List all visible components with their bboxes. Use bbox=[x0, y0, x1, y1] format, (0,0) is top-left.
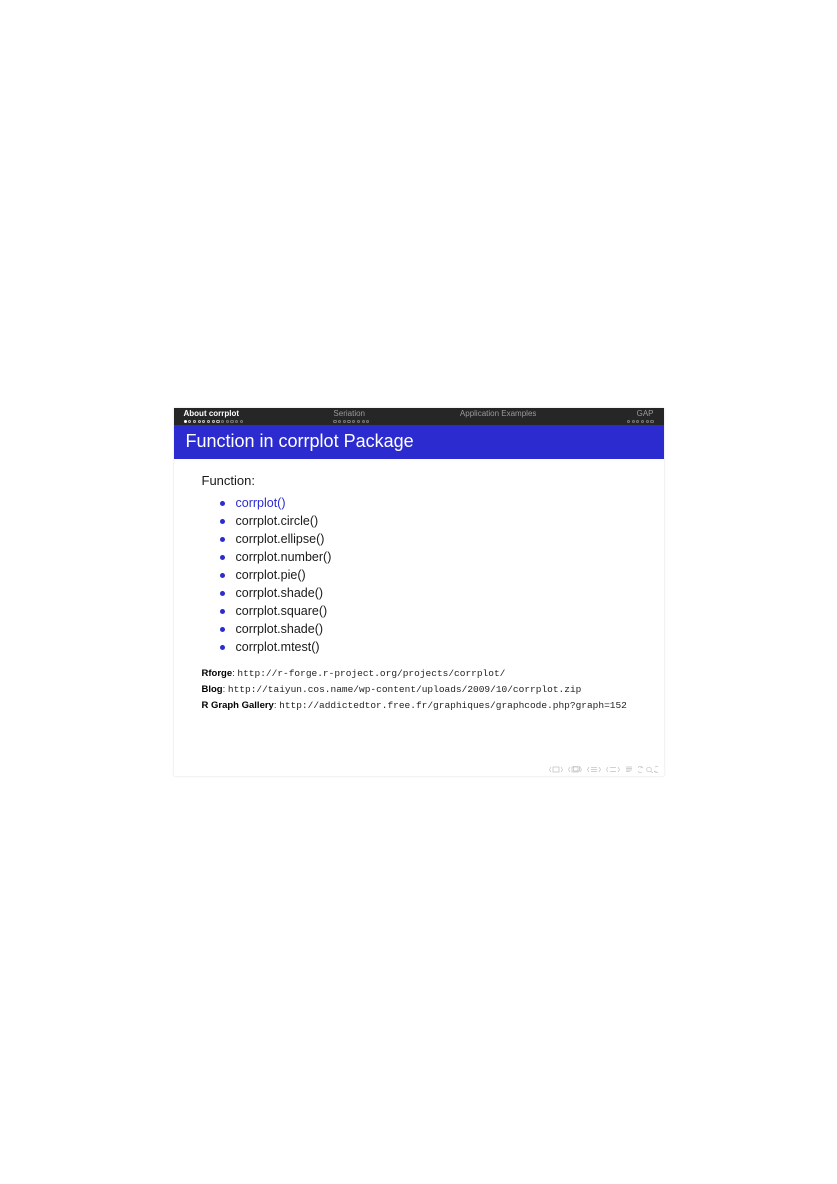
nav-label: GAP bbox=[637, 410, 654, 419]
nav-label: About corrplot bbox=[184, 410, 240, 419]
ref-line: Rforge: http://r-forge.r-project.org/pro… bbox=[202, 666, 636, 681]
beamer-nav-symbols bbox=[549, 766, 658, 773]
section-navbar: About corrplot Seriation Application Exa… bbox=[174, 408, 664, 425]
nav-section-gap[interactable]: GAP bbox=[627, 410, 654, 423]
nav-progress-dots bbox=[333, 420, 369, 423]
ref-line: Blog: http://taiyun.cos.name/wp-content/… bbox=[202, 682, 636, 697]
ref-label: R Graph Gallery bbox=[202, 700, 274, 711]
nav-section-examples[interactable]: Application Examples bbox=[460, 410, 536, 423]
ref-line: R Graph Gallery: http://addictedtor.free… bbox=[202, 698, 636, 713]
nav-progress-dots bbox=[184, 420, 243, 423]
list-item: corrplot() bbox=[224, 494, 636, 512]
nav-slide-icon[interactable] bbox=[549, 766, 563, 773]
page-canvas: About corrplot Seriation Application Exa… bbox=[0, 0, 837, 1184]
list-item: corrplot.shade() bbox=[224, 620, 636, 638]
ref-url[interactable]: http://r-forge.r-project.org/projects/co… bbox=[237, 668, 505, 679]
ref-url[interactable]: http://addictedtor.free.fr/graphiques/gr… bbox=[279, 700, 627, 711]
list-item: corrplot.number() bbox=[224, 548, 636, 566]
list-item: corrplot.square() bbox=[224, 602, 636, 620]
function-list: corrplot() corrplot.circle() corrplot.el… bbox=[202, 494, 636, 656]
nav-frame-icon[interactable] bbox=[568, 766, 582, 773]
list-item: corrplot.shade() bbox=[224, 584, 636, 602]
beamer-slide: About corrplot Seriation Application Exa… bbox=[174, 408, 664, 776]
list-item: corrplot.mtest() bbox=[224, 638, 636, 656]
list-item: corrplot.ellipse() bbox=[224, 530, 636, 548]
nav-label: Seriation bbox=[333, 410, 365, 419]
nav-progress-dots bbox=[627, 420, 654, 423]
slide-body: Function: corrplot() corrplot.circle() c… bbox=[174, 459, 664, 776]
ref-url[interactable]: http://taiyun.cos.name/wp-content/upload… bbox=[228, 684, 581, 695]
nav-label: Application Examples bbox=[460, 410, 536, 419]
reference-links: Rforge: http://r-forge.r-project.org/pro… bbox=[202, 666, 636, 714]
nav-back-forward-icon[interactable] bbox=[638, 766, 658, 773]
slide-title: Function in corrplot Package bbox=[174, 425, 664, 459]
list-item: corrplot.pie() bbox=[224, 566, 636, 584]
block-heading: Function: bbox=[202, 473, 636, 488]
nav-section-seriation[interactable]: Seriation bbox=[333, 410, 369, 423]
ref-label: Blog bbox=[202, 684, 223, 695]
list-item: corrplot.circle() bbox=[224, 512, 636, 530]
nav-section-about[interactable]: About corrplot bbox=[184, 410, 243, 423]
ref-label: Rforge bbox=[202, 668, 233, 679]
nav-doc-icon[interactable] bbox=[625, 766, 633, 773]
nav-section-icon[interactable] bbox=[606, 766, 620, 773]
nav-subsection-icon[interactable] bbox=[587, 766, 601, 773]
